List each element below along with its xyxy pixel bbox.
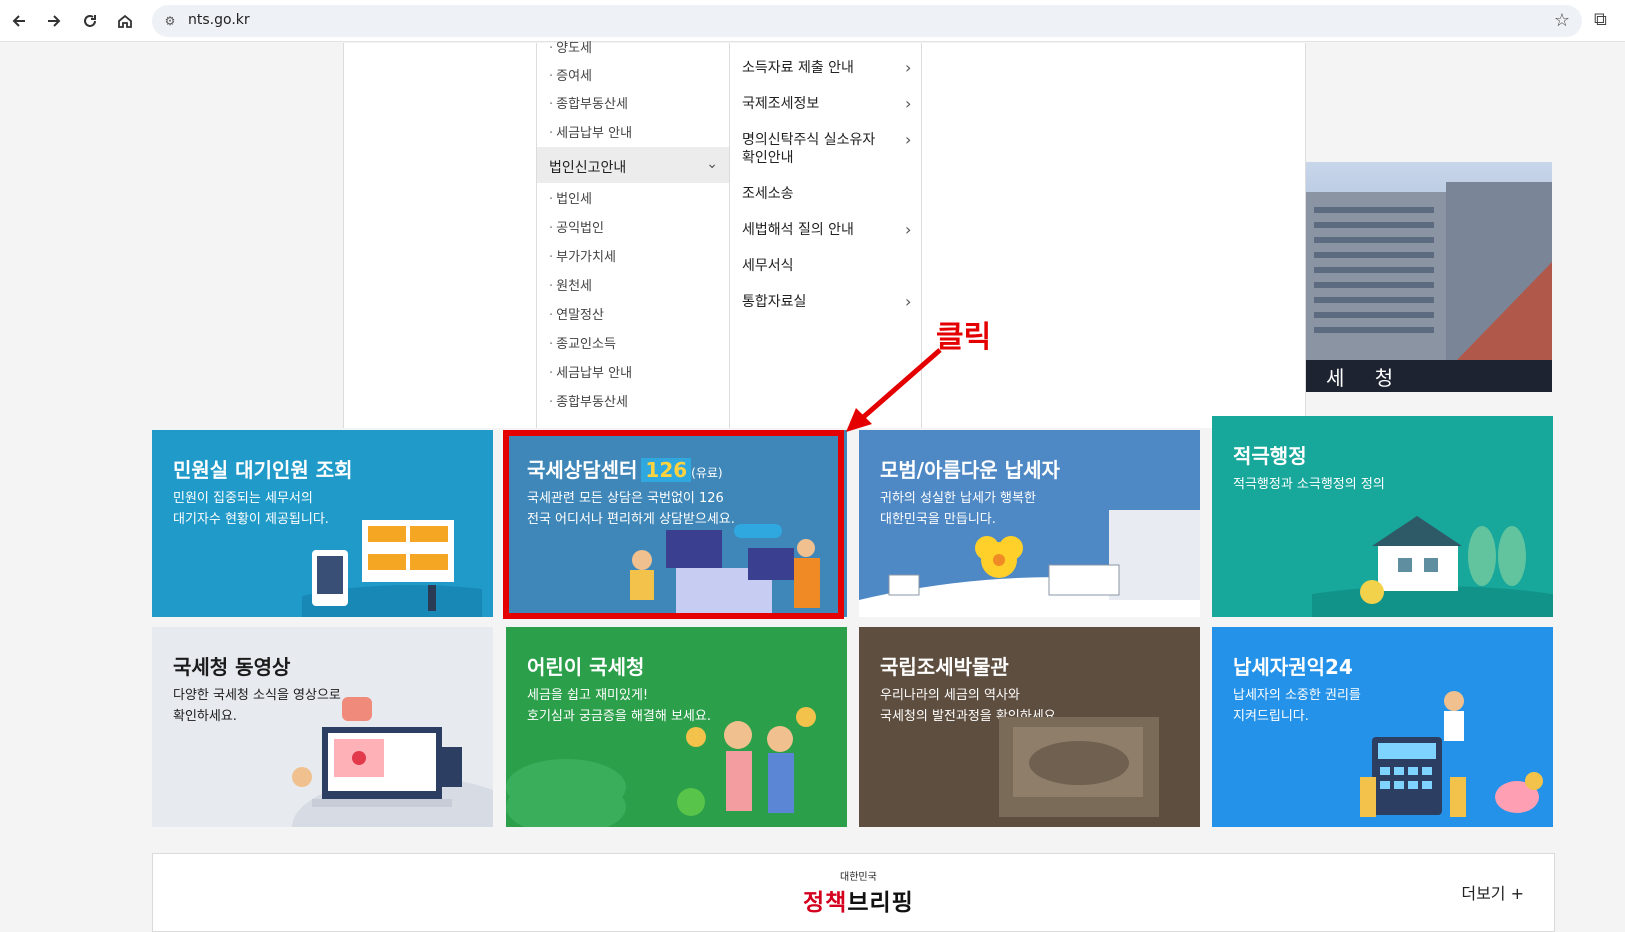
menu-subitem[interactable]: 세금납부 안내 [549,362,632,381]
menu-subitem[interactable]: 공익법인 [549,217,604,236]
tile-tax-museum[interactable]: 국립조세박물관 우리나라의 세금의 역사와 국세청의 발전과정을 확인하세요. [859,627,1200,827]
bookmark-star-icon[interactable]: ☆ [1554,10,1570,31]
annotation-arrow-icon [846,348,942,432]
arrow-right-icon[interactable] [39,6,69,36]
menu-item[interactable]: 명의신탁주식 실소유자 확인안내 › [742,131,911,167]
click-annotation: 클릭 [936,320,992,355]
menu-item[interactable]: 통합자료실 › [742,293,911,311]
extensions-icon[interactable]: ⧉ [1594,9,1607,30]
tile-title: 국립조세박물관 [880,655,1009,679]
more-link[interactable]: 더보기 + [1461,880,1524,904]
menu-column-filing: 양도세 증여세 종합부동산세 세금납부 안내 법인신고안내 ⌄ 법인세 공익법인… [536,41,730,428]
tile-title: 모범/아름다운 납세자 [880,458,1060,482]
menu-subitem[interactable]: 종합부동산세 [549,93,628,112]
video-illustration [292,697,493,827]
tile-consult-center[interactable]: 국세상담센터 126 (유료) 국세관련 모든 상담은 국번없이 126 전국 어디… [506,430,847,617]
tile-waiting-count[interactable]: 민원실 대기인원 조회 민원이 집중되는 세무서의 대기자수 현황이 제공됩니다… [152,430,493,617]
menu-subitem[interactable]: 양도세 [549,37,592,56]
reload-icon[interactable] [75,6,105,36]
mega-menu: 양도세 증여세 종합부동산세 세금납부 안내 법인신고안내 ⌄ 법인세 공익법인… [343,41,1306,428]
menu-section-label: 법인신고안내 [549,160,627,176]
menu-item[interactable]: 조세소송 [742,185,892,203]
policy-briefing-logo[interactable]: 대한민국 정책브리핑 [803,868,914,917]
tile-title: 국세상담센터 126 (유료) [527,458,723,482]
tile-taxpayer-rights[interactable]: 납세자권익24 납세자의 소중한 권리를 지켜드립니다. [1212,627,1553,827]
arrow-left-icon[interactable] [4,6,34,36]
tile-title: 적극행정 [1233,444,1307,468]
chevron-right-icon: › [905,220,912,239]
active-admin-illustration [1312,516,1553,617]
menu-subitem[interactable]: 법인세 [549,188,592,207]
menu-subitem[interactable]: 세금납부 안내 [549,122,632,141]
waiting-illustration [302,520,482,617]
tile-active-admin[interactable]: 적극행정 적극행정과 소극행정의 정의 [1212,416,1553,617]
logo-small-text: 대한민국 [840,872,877,883]
chevron-right-icon: › [905,58,912,77]
tile-nts-video[interactable]: 국세청 동영상 다양한 국세청 소식을 영상으로 확인하세요. [152,627,493,827]
tile-desc: 적극행정과 소극행정의 정의 [1233,477,1385,492]
building-photo: 세 청 [1306,162,1552,392]
menu-subitem[interactable]: 증여세 [549,65,592,84]
tile-title: 납세자권익24 [1233,655,1353,679]
menu-subitem[interactable]: 종교인소득 [549,333,616,352]
photo-caption: 세 청 [1326,366,1406,390]
menu-subitem[interactable]: 연말정산 [549,304,604,323]
address-bar[interactable]: ⚙ nts.go.kr ☆ [152,5,1582,37]
menu-section-corporate[interactable]: 법인신고안내 ⌄ [537,147,730,183]
home-icon[interactable] [110,6,140,36]
rights-illustration [1360,691,1543,817]
menu-item[interactable]: 국제조세정보 › [742,95,911,113]
logo-big-text: 정책브리핑 [803,890,914,916]
browser-toolbar: ⚙ nts.go.kr ☆ ⧉ [0,0,1625,42]
tile-title: 민원실 대기인원 조회 [173,458,353,482]
tile-title: 국세청 동영상 [173,655,291,679]
menu-subitem[interactable]: 부가가치세 [549,246,616,265]
menu-subitem[interactable]: 종합부동산세 [549,391,628,410]
menu-item[interactable]: 세법해석 질의 안내 › [742,221,911,239]
museum-illustration [999,717,1159,817]
tile-title: 어린이 국세청 [527,655,645,679]
policy-briefing-bar: 대한민국 정책브리핑 더보기 + [152,853,1555,932]
site-info-icon[interactable]: ⚙ [162,13,178,29]
chevron-right-icon: › [905,292,912,311]
url-text: nts.go.kr [188,12,250,28]
menu-item[interactable]: 세무서식 [742,257,892,275]
chevron-down-icon: ⌄ [706,156,718,172]
menu-subitem[interactable]: 원천세 [549,275,592,294]
badge-126: 126 [641,458,692,482]
tile-kids-nts[interactable]: 어린이 국세청 세금을 쉽고 재미있게! 호기심과 궁금증을 해결해 보세요. [506,627,847,827]
menu-item[interactable]: 소득자료 제출 안내 › [742,59,911,77]
tile-model-taxpayer[interactable]: 모범/아름다운 납세자 귀하의 성실한 납세가 행복한 대한민국을 만듭니다. [859,430,1200,617]
chevron-right-icon: › [905,94,912,113]
chevron-right-icon: › [905,130,912,149]
taxpayer-illustration [859,510,1200,617]
kids-illustration [506,707,816,827]
consult-illustration [630,524,820,614]
